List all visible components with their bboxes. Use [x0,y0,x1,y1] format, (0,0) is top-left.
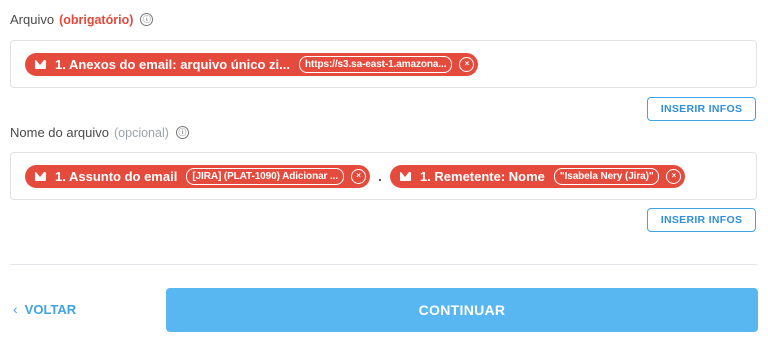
pill-text: 1. Anexos do email: arquivo único zi... [55,56,291,72]
mail-icon [399,171,411,181]
back-label: VOLTAR [24,301,77,317]
file-label-text: Arquivo [10,12,55,27]
insert-info-button[interactable]: INSERIR INFOS [647,97,756,121]
info-icon[interactable]: ⓘ [175,126,189,139]
remove-pill-icon[interactable]: × [666,168,682,184]
pill-value: "Isabela Nery (Jira)" [553,167,660,185]
chevron-left-icon: ‹ [13,301,18,317]
divider [10,264,757,265]
remove-pill-icon[interactable]: × [351,168,367,184]
pill-value: [JIRA] (PLAT-1090) Adicionar ... [186,167,345,185]
file-attachment-pill[interactable]: 1. Anexos do email: arquivo único zi... … [25,52,479,76]
separator-text: . [378,168,382,184]
pill-value: https://s3.sa-east-1.amazona... [299,55,453,73]
optional-tag: (opcional) [114,125,169,140]
info-icon[interactable]: ⓘ [140,13,154,26]
insert-info-button[interactable]: INSERIR INFOS [647,208,756,232]
sender-name-pill[interactable]: 1. Remetente: Nome "Isabela Nery (Jira)"… [389,164,686,188]
remove-pill-icon[interactable]: × [459,56,475,72]
back-button[interactable]: ‹ VOLTAR [13,301,76,317]
file-field-label: Arquivo (obrigatório) ⓘ [10,12,154,27]
required-tag: (obrigatório) [59,12,134,27]
filename-label-text: Nome do arquivo [10,125,109,140]
continue-button[interactable]: CONTINUAR [166,288,758,332]
subject-pill[interactable]: 1. Assunto do email [JIRA] (PLAT-1090) A… [25,164,371,188]
file-input-field[interactable]: 1. Anexos do email: arquivo único zi... … [10,40,757,88]
pill-text: 1. Remetente: Nome [419,168,545,184]
mail-icon [35,59,46,69]
pill-text: 1. Assunto do email [55,168,178,184]
filename-field-label: Nome do arquivo (opcional) ⓘ [10,125,189,140]
filename-input-field[interactable]: 1. Assunto do email [JIRA] (PLAT-1090) A… [10,152,757,200]
mail-icon [35,171,46,181]
